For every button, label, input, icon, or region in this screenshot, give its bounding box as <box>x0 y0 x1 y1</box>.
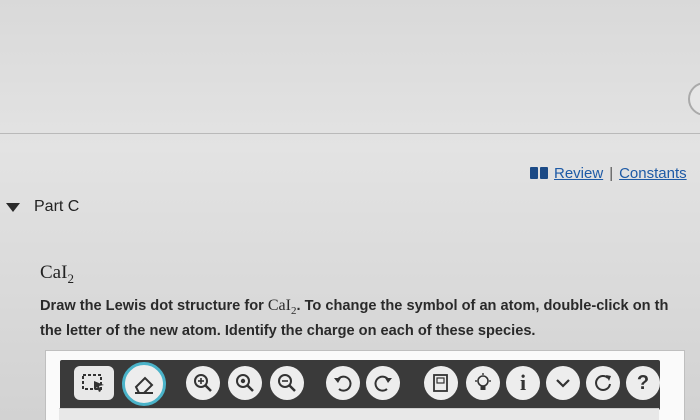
book-icon <box>530 167 548 179</box>
eraser-tool-button[interactable] <box>122 362 166 406</box>
question-line-2: the letter of the new atom. Identify the… <box>40 323 536 340</box>
zoom-in-button[interactable] <box>186 366 220 400</box>
zoom-out-icon <box>278 374 296 392</box>
formula-heading: CaI2 <box>40 262 74 287</box>
header-links: Review | Constants <box>530 164 687 182</box>
question-formula: CaI2 <box>267 297 297 317</box>
edge-control[interactable] <box>688 82 700 116</box>
eraser-tool-icon <box>134 376 154 394</box>
zoom-out-button[interactable] <box>270 366 304 400</box>
undo-icon <box>334 375 352 392</box>
hint-button[interactable] <box>466 366 500 400</box>
reset-icon <box>595 375 611 391</box>
part-header[interactable]: Part C <box>6 198 79 216</box>
select-tool-icon <box>82 374 104 392</box>
reset-button[interactable] <box>586 366 620 400</box>
constants-link[interactable]: Constants <box>619 165 687 182</box>
help-icon: ? <box>636 371 650 394</box>
review-link[interactable]: Review <box>554 165 603 182</box>
zoom-reset-icon <box>236 374 254 392</box>
help-button[interactable]: ? <box>626 366 660 400</box>
question-line-1: Draw the Lewis dot structure for CaI2. T… <box>40 296 700 321</box>
zoom-reset-button[interactable] <box>228 366 262 400</box>
question-prefix: Draw the Lewis dot structure for <box>40 298 268 314</box>
collapse-triangle-icon[interactable] <box>6 202 20 212</box>
info-button[interactable]: i <box>506 366 540 400</box>
canvas-top-edge <box>59 408 659 420</box>
hint-icon <box>475 373 491 390</box>
info-icon: i <box>519 370 527 395</box>
undo-button[interactable] <box>326 366 360 400</box>
select-tool-button[interactable] <box>74 366 114 400</box>
question-formula-main: CaI <box>267 297 291 314</box>
redo-button[interactable] <box>366 366 400 400</box>
drawing-toolbar: i ? <box>60 360 660 410</box>
section-divider <box>0 133 700 134</box>
formula-main: CaI <box>40 262 68 283</box>
question-suffix: . To change the symbol of an atom, doubl… <box>296 298 669 314</box>
templates-icon <box>433 374 448 392</box>
chevron-down-icon <box>556 379 570 388</box>
formula-subscript: 2 <box>67 270 74 286</box>
links-separator: | <box>609 164 614 182</box>
question-text: Draw the Lewis dot structure for CaI2. T… <box>40 296 700 341</box>
templates-button[interactable] <box>424 366 458 400</box>
zoom-in-icon <box>194 374 212 392</box>
part-title: Part C <box>34 198 80 215</box>
more-button[interactable] <box>546 366 580 400</box>
redo-icon <box>374 375 392 392</box>
